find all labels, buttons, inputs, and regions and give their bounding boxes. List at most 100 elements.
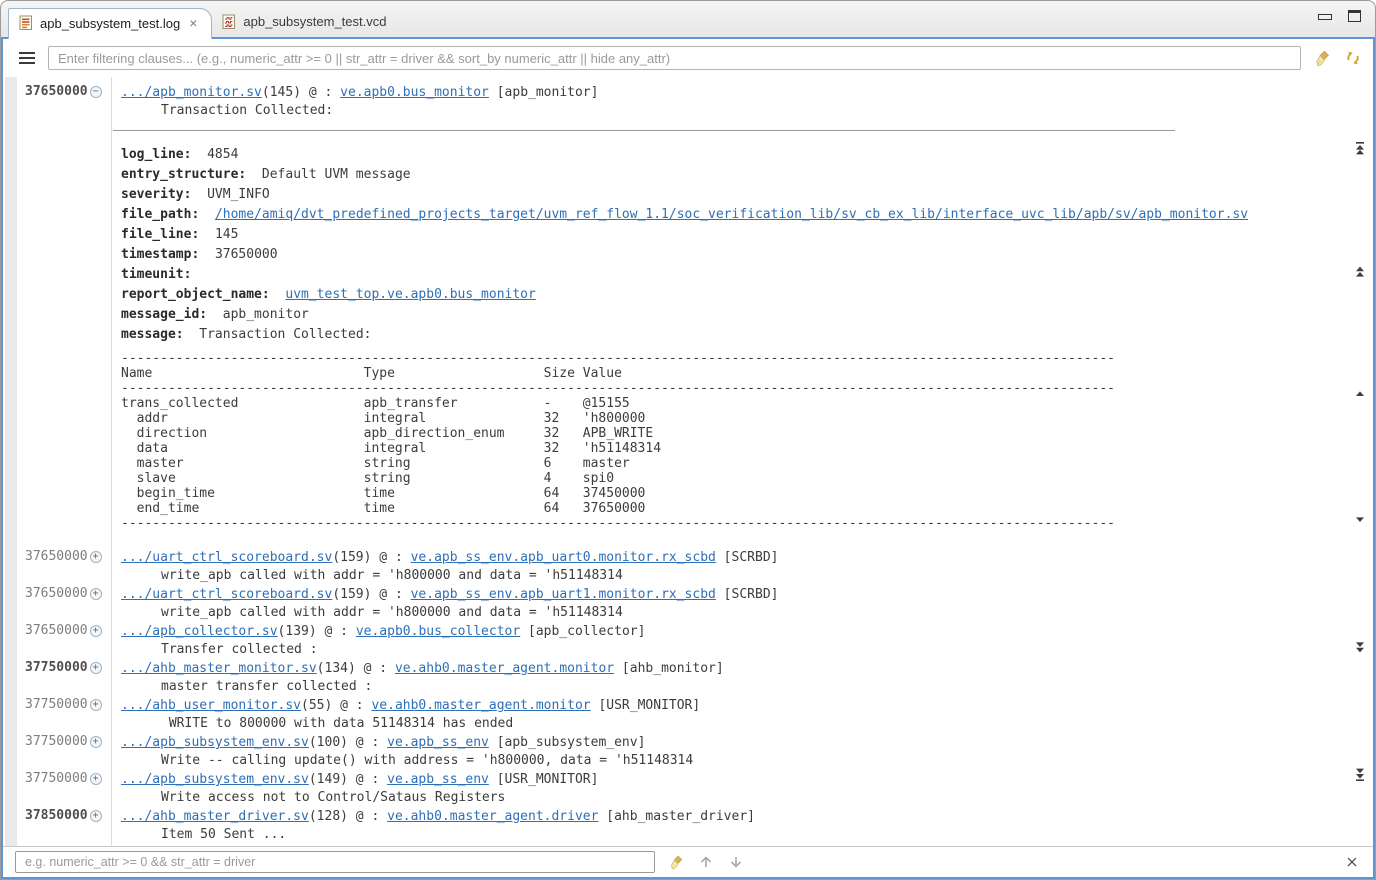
window-controls	[1318, 10, 1361, 22]
source-file-link[interactable]: .../ahb_master_monitor.sv	[121, 661, 317, 676]
entry-timestamp: 37650000	[25, 623, 88, 638]
entry-header: .../uart_ctrl_scoreboard.sv(159) @ : ve.…	[121, 586, 1345, 604]
entry-timestamp: 37650000	[25, 586, 88, 601]
close-search-icon[interactable]	[1343, 853, 1361, 871]
table-line: addr integral 32 'h800000	[121, 411, 1345, 426]
clear-filter-icon[interactable]	[1312, 48, 1332, 68]
log-scroll: 37650000− .../apb_monitor.sv(145) @ : ve…	[3, 77, 1345, 846]
jump-first-icon[interactable]	[1354, 141, 1366, 156]
report-object-link[interactable]: ve.apb_ss_env.apb_uart1.monitor.rx_scbd	[411, 587, 716, 602]
message-id-tag: [apb_collector]	[520, 624, 645, 639]
log-entry: 37650000+ .../uart_ctrl_scoreboard.sv(159…	[3, 586, 1345, 622]
source-file-link[interactable]: .../ahb_user_monitor.sv	[121, 698, 301, 713]
entry-message: write_apb called with addr = 'h800000 an…	[121, 567, 1345, 585]
prev-entry-icon[interactable]	[1354, 386, 1366, 401]
vcd-file-icon	[222, 14, 236, 30]
source-file-link[interactable]: .../apb_subsystem_env.sv	[121, 735, 309, 750]
detail-field: entry_structure: Default UVM message	[121, 165, 1345, 185]
report-object-link[interactable]: ve.ahb0.master_agent.driver	[387, 809, 598, 824]
message-id-tag: [SCRBD]	[716, 587, 779, 602]
tab-log-file[interactable]: apb_subsystem_test.log ×	[8, 8, 212, 39]
log-file-icon	[19, 15, 33, 31]
detail-field-link[interactable]: uvm_test_top.ve.apb0.bus_monitor	[285, 287, 535, 302]
filter-input[interactable]	[48, 46, 1301, 70]
menu-icon[interactable]	[17, 47, 37, 69]
message-id-tag: [SCRBD]	[716, 550, 779, 565]
report-object-link[interactable]: ve.apb_ss_env	[387, 772, 489, 787]
refresh-icon[interactable]	[1343, 48, 1363, 68]
report-object-link[interactable]: ve.ahb0.master_agent.monitor	[395, 661, 614, 676]
detail-field: timeunit:	[121, 265, 1345, 285]
report-object-link[interactable]: ve.apb_ss_env.apb_uart0.monitor.rx_scbd	[411, 550, 716, 565]
report-object-link[interactable]: ve.ahb0.master_agent.monitor	[371, 698, 590, 713]
table-line: ----------------------------------------…	[121, 351, 1345, 366]
report-object-link[interactable]: ve.apb_ss_env	[387, 735, 489, 750]
entry-gutter: 37750000+	[25, 734, 102, 749]
jump-last-icon[interactable]	[1354, 767, 1366, 782]
expand-icon[interactable]: +	[90, 773, 102, 785]
source-file-link[interactable]: .../uart_ctrl_scoreboard.sv	[121, 587, 332, 602]
expand-icon[interactable]: +	[90, 736, 102, 748]
expand-icon[interactable]: +	[90, 662, 102, 674]
tab-vcd-file[interactable]: apb_subsystem_test.vcd	[212, 6, 400, 37]
detail-field-link[interactable]: /home/amiq/dvt_predefined_projects_targe…	[215, 207, 1248, 222]
source-file-link[interactable]: .../apb_collector.sv	[121, 624, 278, 639]
source-file-link[interactable]: .../apb_subsystem_env.sv	[121, 772, 309, 787]
table-line: slave string 4 spi0	[121, 471, 1345, 486]
detail-fields: log_line: 4854entry_structure: Default U…	[121, 145, 1345, 345]
entry-header: .../apb_collector.sv(139) @ : ve.apb0.bu…	[121, 623, 1345, 641]
entry-gutter: 37750000+	[25, 697, 102, 712]
source-file-link[interactable]: .../uart_ctrl_scoreboard.sv	[121, 550, 332, 565]
table-line: begin_time time 64 37450000	[121, 486, 1345, 501]
close-tab-icon[interactable]: ×	[189, 17, 197, 29]
table-line: ----------------------------------------…	[121, 516, 1345, 531]
search-input[interactable]	[15, 851, 655, 873]
next-entry-icon[interactable]	[1354, 512, 1366, 527]
expand-icon[interactable]: +	[90, 810, 102, 822]
report-object-link[interactable]: ve.apb0.bus_monitor	[340, 85, 489, 100]
clear-search-icon[interactable]	[667, 853, 685, 871]
entry-separator	[113, 130, 1175, 131]
entry-gutter: 37650000−	[25, 84, 102, 99]
log-entry: 37750000+.../apb_subsystem_env.sv(149) @…	[3, 771, 1345, 807]
detail-field: message_id: apb_monitor	[121, 305, 1345, 325]
entry-message: Item 50 Sent ...	[121, 826, 1345, 844]
at-separator: (100) @ :	[309, 735, 387, 750]
expand-icon[interactable]: +	[90, 588, 102, 600]
minimize-icon[interactable]	[1318, 14, 1332, 20]
log-editor: 37650000− .../apb_monitor.sv(145) @ : ve…	[1, 37, 1375, 879]
source-file-link[interactable]: .../ahb_master_driver.sv	[121, 809, 309, 824]
expand-icon[interactable]: +	[90, 625, 102, 637]
entry-message: Write -- calling update() with address =…	[121, 752, 1345, 770]
maximize-icon[interactable]	[1348, 10, 1361, 22]
source-file-link[interactable]: .../apb_monitor.sv	[121, 85, 262, 100]
tab-label: apb_subsystem_test.log	[40, 16, 180, 31]
next-match-icon[interactable]	[727, 853, 745, 871]
search-bar	[3, 846, 1373, 877]
log-view[interactable]: 37650000− .../apb_monitor.sv(145) @ : ve…	[3, 77, 1373, 846]
expand-icon[interactable]: +	[90, 699, 102, 711]
log-entries: 37650000+.../uart_ctrl_scoreboard.sv(159…	[3, 549, 1345, 844]
page-down-icon[interactable]	[1354, 640, 1366, 655]
log-entry: 37650000+ .../apb_collector.sv(139) @ : v…	[3, 623, 1345, 659]
at-separator: (55) @ :	[301, 698, 371, 713]
entry-header: .../ahb_user_monitor.sv(55) @ : ve.ahb0.…	[121, 697, 1345, 715]
at-separator: (159) @ :	[332, 550, 410, 565]
log-entry-expanded: 37650000− .../apb_monitor.sv(145) @ : ve…	[3, 84, 1345, 531]
page-up-icon[interactable]	[1354, 264, 1366, 279]
entry-gutter: 37850000+	[25, 808, 102, 823]
report-object-link[interactable]: ve.apb0.bus_collector	[356, 624, 520, 639]
prev-match-icon[interactable]	[697, 853, 715, 871]
at-separator: (134) @ :	[317, 661, 395, 676]
detail-field: severity: UVM_INFO	[121, 185, 1345, 205]
entry-gutter: 37750000+	[25, 660, 102, 675]
entry-header: .../ahb_master_monitor.sv(134) @ : ve.ah…	[121, 660, 1345, 678]
at-separator: (139) @ :	[278, 624, 356, 639]
filter-toolbar	[3, 39, 1373, 77]
entry-timestamp: 37750000	[25, 734, 88, 749]
entry-timestamp: 37750000	[25, 660, 88, 675]
collapse-icon[interactable]: −	[90, 86, 102, 98]
detail-field: timestamp: 37650000	[121, 245, 1345, 265]
expand-icon[interactable]: +	[90, 551, 102, 563]
at-separator: @ :	[301, 85, 340, 100]
